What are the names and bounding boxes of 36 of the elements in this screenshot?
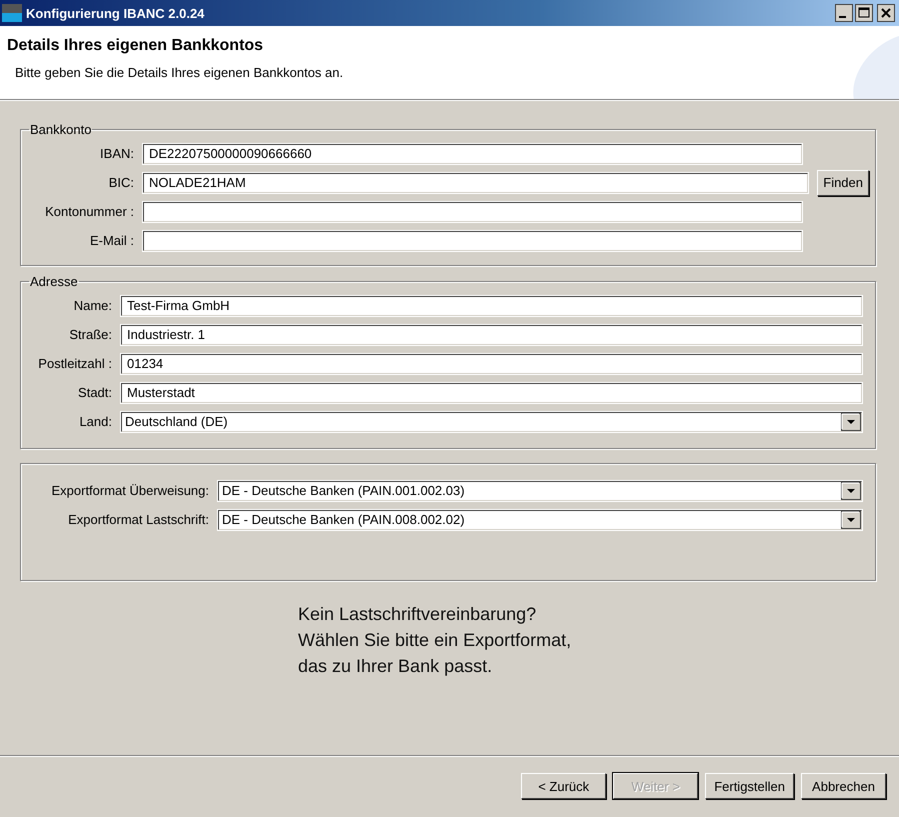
field-label: Straße: [68,327,112,342]
dropdown[interactable]: Deutschland (DE) [120,410,863,432]
text-field[interactable]: 01234 [120,352,863,374]
text-field[interactable]: NOLADE21HAM [142,172,810,194]
field-label: Land: [78,414,112,429]
field-label: Postleitzahl : [37,356,112,371]
text-field[interactable]: Industriestr. 1 [120,324,863,346]
text-field[interactable]: Test-Firma GmbH [120,294,863,316]
minimize-icon[interactable] [835,4,853,22]
group-title: Bankkonto [29,122,92,137]
field-label: BIC: [108,175,134,190]
text-field[interactable]: DE22207500000090666660 [142,142,803,164]
text-field[interactable] [142,230,803,252]
wizard-button[interactable]: Abbrechen [801,773,886,799]
field-label: IBAN: [99,146,134,161]
field-label: E-Mail : [88,233,134,248]
find-button[interactable]: Finden [817,170,869,196]
text-field[interactable]: Musterstadt [120,382,863,404]
page-heading: Details Ihres eigenen Bankkontos [7,37,264,55]
wizard-button[interactable]: Fertigstellen [705,773,794,799]
field-label: Name: [72,298,112,313]
wizard-button[interactable]: < Zurück [521,773,606,799]
maximize-icon[interactable] [855,4,873,22]
app-icon [2,4,22,22]
dropdown[interactable]: DE - Deutsche Banken (PAIN.008.002.02) [217,508,863,530]
group-title: Adresse [29,274,79,289]
text-field[interactable] [142,200,803,222]
page-description: Bitte geben Sie die Details Ihres eigenen Bankkontos an. [15,65,344,80]
field-label: Stadt: [77,385,112,400]
field-label: Exportformat Lastschrift: [67,512,209,527]
field-label: Exportformat Überweisung: [50,483,209,498]
window-title: Konfigurierung IBANC 2.0.24 [26,6,206,20]
hint-text: Kein Lastschriftvereinbarung? Wählen Sie bitte ein Exportformat, das zu Ihrer Bank passt. [298,603,572,678]
dropdown[interactable]: DE - Deutsche Banken (PAIN.001.002.03) [217,480,863,502]
close-icon[interactable] [877,4,895,22]
field-label: Kontonummer : [44,204,134,219]
